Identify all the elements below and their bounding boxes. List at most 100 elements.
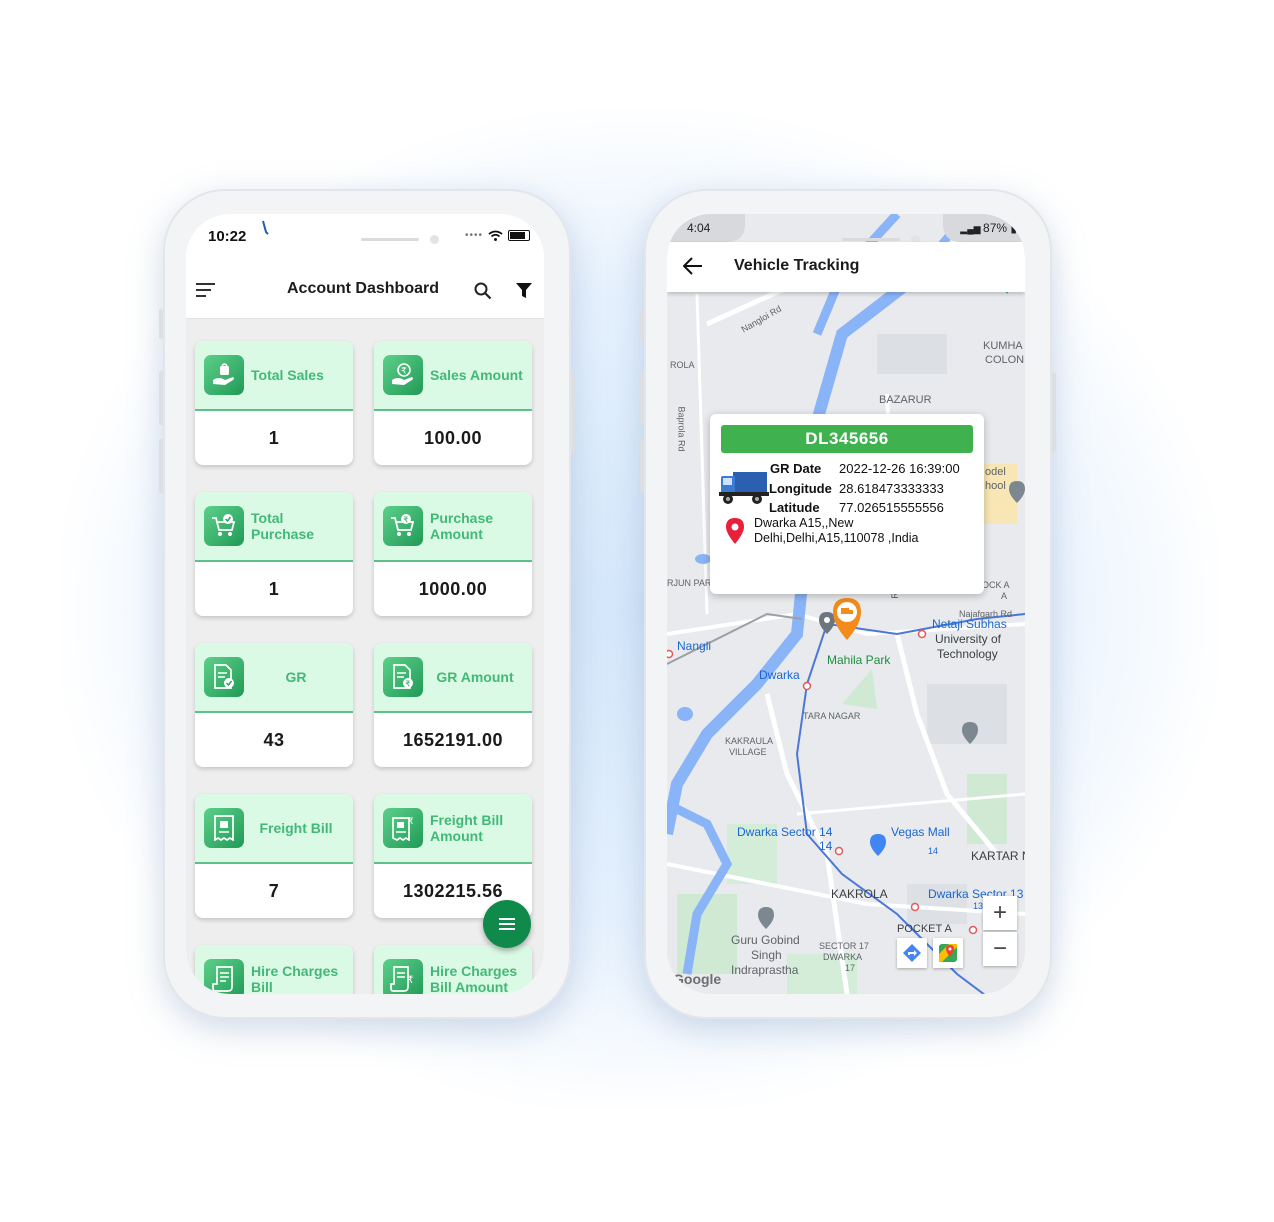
- gr-date-value: 2022-12-26 16:39:00: [839, 461, 960, 476]
- card-value: 43: [263, 729, 285, 750]
- map-label: Dwarka Sector 14: [737, 825, 833, 839]
- map-label: SECTOR 17: [819, 941, 869, 951]
- map-label: University of: [935, 632, 1002, 646]
- wifi-icon: [488, 230, 503, 241]
- cart-check-icon: [204, 506, 244, 546]
- longitude-label: Longitude: [769, 481, 832, 496]
- google-maps-icon: [939, 944, 957, 962]
- search-icon[interactable]: [474, 282, 492, 300]
- map-label: ROLA: [670, 360, 695, 370]
- map-canvas: [667, 214, 1025, 994]
- directions-button[interactable]: [897, 938, 927, 968]
- latitude-value: 77.026515555556: [839, 500, 944, 515]
- map-label: KAKROLA: [831, 887, 888, 901]
- card-value: 7: [268, 880, 280, 901]
- dashboard-screen: 10:22 •••• Account Dashboard Total Sales: [186, 214, 544, 994]
- map-label: TARA NAGAR: [803, 711, 861, 721]
- map-label: Indraprastha: [731, 963, 799, 977]
- address-text: Dwarka A15,,New Delhi,Delhi,A15,110078 ,…: [754, 516, 919, 545]
- fab-menu-button[interactable]: [483, 900, 531, 948]
- map-label: KUMHA: [983, 340, 1023, 352]
- app-bar: Vehicle Tracking: [667, 242, 1025, 292]
- map-label: 17: [845, 963, 856, 973]
- card-value: 1000.00: [418, 578, 488, 599]
- card-label: Purchase Amount: [430, 510, 494, 542]
- svg-text:₹: ₹: [407, 975, 413, 986]
- receipt-box-icon: [204, 808, 244, 848]
- card-label: Freight Bill Amount: [430, 812, 504, 844]
- directions-icon: [903, 944, 921, 962]
- card-label: Total Purchase: [251, 510, 315, 542]
- card-sales-amount[interactable]: ₹ Sales Amount 100.00: [374, 341, 532, 465]
- bill-rupee-icon: ₹: [383, 959, 423, 994]
- hand-rupee-icon: ₹: [383, 355, 423, 395]
- map-label: Netaji Subhas: [932, 617, 1007, 631]
- svg-text:₹: ₹: [405, 680, 410, 689]
- latitude-label: Latitude: [769, 500, 820, 515]
- card-hire-charges-bill[interactable]: Hire Charges Bill: [195, 945, 353, 994]
- location-pin-icon: [726, 518, 744, 544]
- tracking-screen: Nangloi Rd ROLA Baprola Rd KUMHA COLON B…: [667, 214, 1025, 994]
- map-label: 13: [973, 901, 984, 911]
- card-gr[interactable]: GR 43: [195, 643, 353, 767]
- card-hire-charges-bill-amount[interactable]: ₹ Hire Charges Bill Amount: [374, 945, 532, 994]
- map-label: Dwarka: [759, 668, 800, 682]
- card-label: GR: [285, 669, 307, 685]
- filter-icon[interactable]: [516, 283, 532, 299]
- document-rupee-icon: ₹: [383, 657, 423, 697]
- truck-icon: [719, 472, 769, 504]
- map-label: Technology: [937, 647, 998, 661]
- status-time: 4:04: [687, 221, 711, 235]
- map-label: DWARKA: [823, 952, 863, 962]
- map-label: Singh: [751, 948, 782, 962]
- dashboard-grid: Total Sales 1 ₹ Sales Amount 100.00 Tota…: [186, 319, 544, 994]
- map-label: KARTAR N: [971, 849, 1025, 863]
- battery-percent: 87%: [983, 221, 1008, 235]
- battery-icon: ▮: [1007, 221, 1017, 235]
- map-label: 14: [928, 846, 939, 856]
- zoom-in-button[interactable]: +: [983, 896, 1017, 930]
- receipt-rupee-icon: ₹: [383, 808, 423, 848]
- location-arrow-icon: [262, 220, 269, 235]
- document-check-icon: [204, 657, 244, 697]
- map-label: VILLAGE: [729, 747, 767, 757]
- map-label: odel: [985, 466, 1006, 478]
- open-maps-button[interactable]: [933, 938, 963, 968]
- longitude-value: 28.618473333333: [839, 481, 944, 496]
- map-label: Mahila Park: [827, 653, 891, 667]
- svg-text:₹: ₹: [401, 367, 407, 377]
- svg-text:₹: ₹: [403, 516, 408, 525]
- gr-date-label: GR Date: [770, 461, 822, 476]
- card-total-sales[interactable]: Total Sales 1: [195, 341, 353, 465]
- map-label: KAKRAULA: [725, 736, 774, 746]
- bill-icon: [204, 959, 244, 994]
- map-label: A: [1001, 591, 1008, 601]
- card-value: 100.00: [423, 427, 483, 448]
- cart-rupee-icon: ₹: [383, 506, 423, 546]
- card-purchase-amount[interactable]: ₹ Purchase Amount 1000.00: [374, 492, 532, 616]
- battery-status: ▂▄▆ 87% ▮: [960, 221, 1017, 235]
- signal-dots-icon: ••••: [464, 230, 483, 241]
- map-label: Nangli: [677, 639, 712, 653]
- svg-text:₹: ₹: [408, 817, 414, 827]
- page-title: Vehicle Tracking: [734, 257, 860, 274]
- back-arrow-icon[interactable]: [683, 257, 703, 275]
- signal-icon: ▂▄▆: [960, 224, 984, 234]
- card-label: Sales Amount: [430, 367, 523, 383]
- map-label: POCKET A: [897, 923, 952, 935]
- map-label: BAZARUR: [879, 394, 932, 406]
- card-gr-amount[interactable]: ₹ GR Amount 1652191.00: [374, 643, 532, 767]
- card-total-purchase[interactable]: Total Purchase 1: [195, 492, 353, 616]
- card-freight-bill[interactable]: Freight Bill 7: [195, 794, 353, 918]
- phone-account-dashboard: 10:22 •••• Account Dashboard Total Sales: [159, 189, 575, 1019]
- card-value: 1652191.00: [402, 729, 504, 750]
- vehicle-number-badge: DL345656: [721, 425, 973, 453]
- google-logo: Google: [673, 971, 722, 987]
- card-label: GR Amount: [436, 669, 514, 685]
- map-view[interactable]: Nangloi Rd ROLA Baprola Rd KUMHA COLON B…: [667, 214, 1025, 994]
- card-label: Freight Bill: [259, 820, 333, 836]
- map-label: Guru Gobind: [731, 933, 800, 947]
- vehicle-info-popup: DL345656 GR Date 2022-12-26 16:39:00 Long…: [710, 414, 984, 594]
- zoom-out-button[interactable]: −: [983, 932, 1017, 966]
- map-label: Baprola Rd: [676, 406, 687, 452]
